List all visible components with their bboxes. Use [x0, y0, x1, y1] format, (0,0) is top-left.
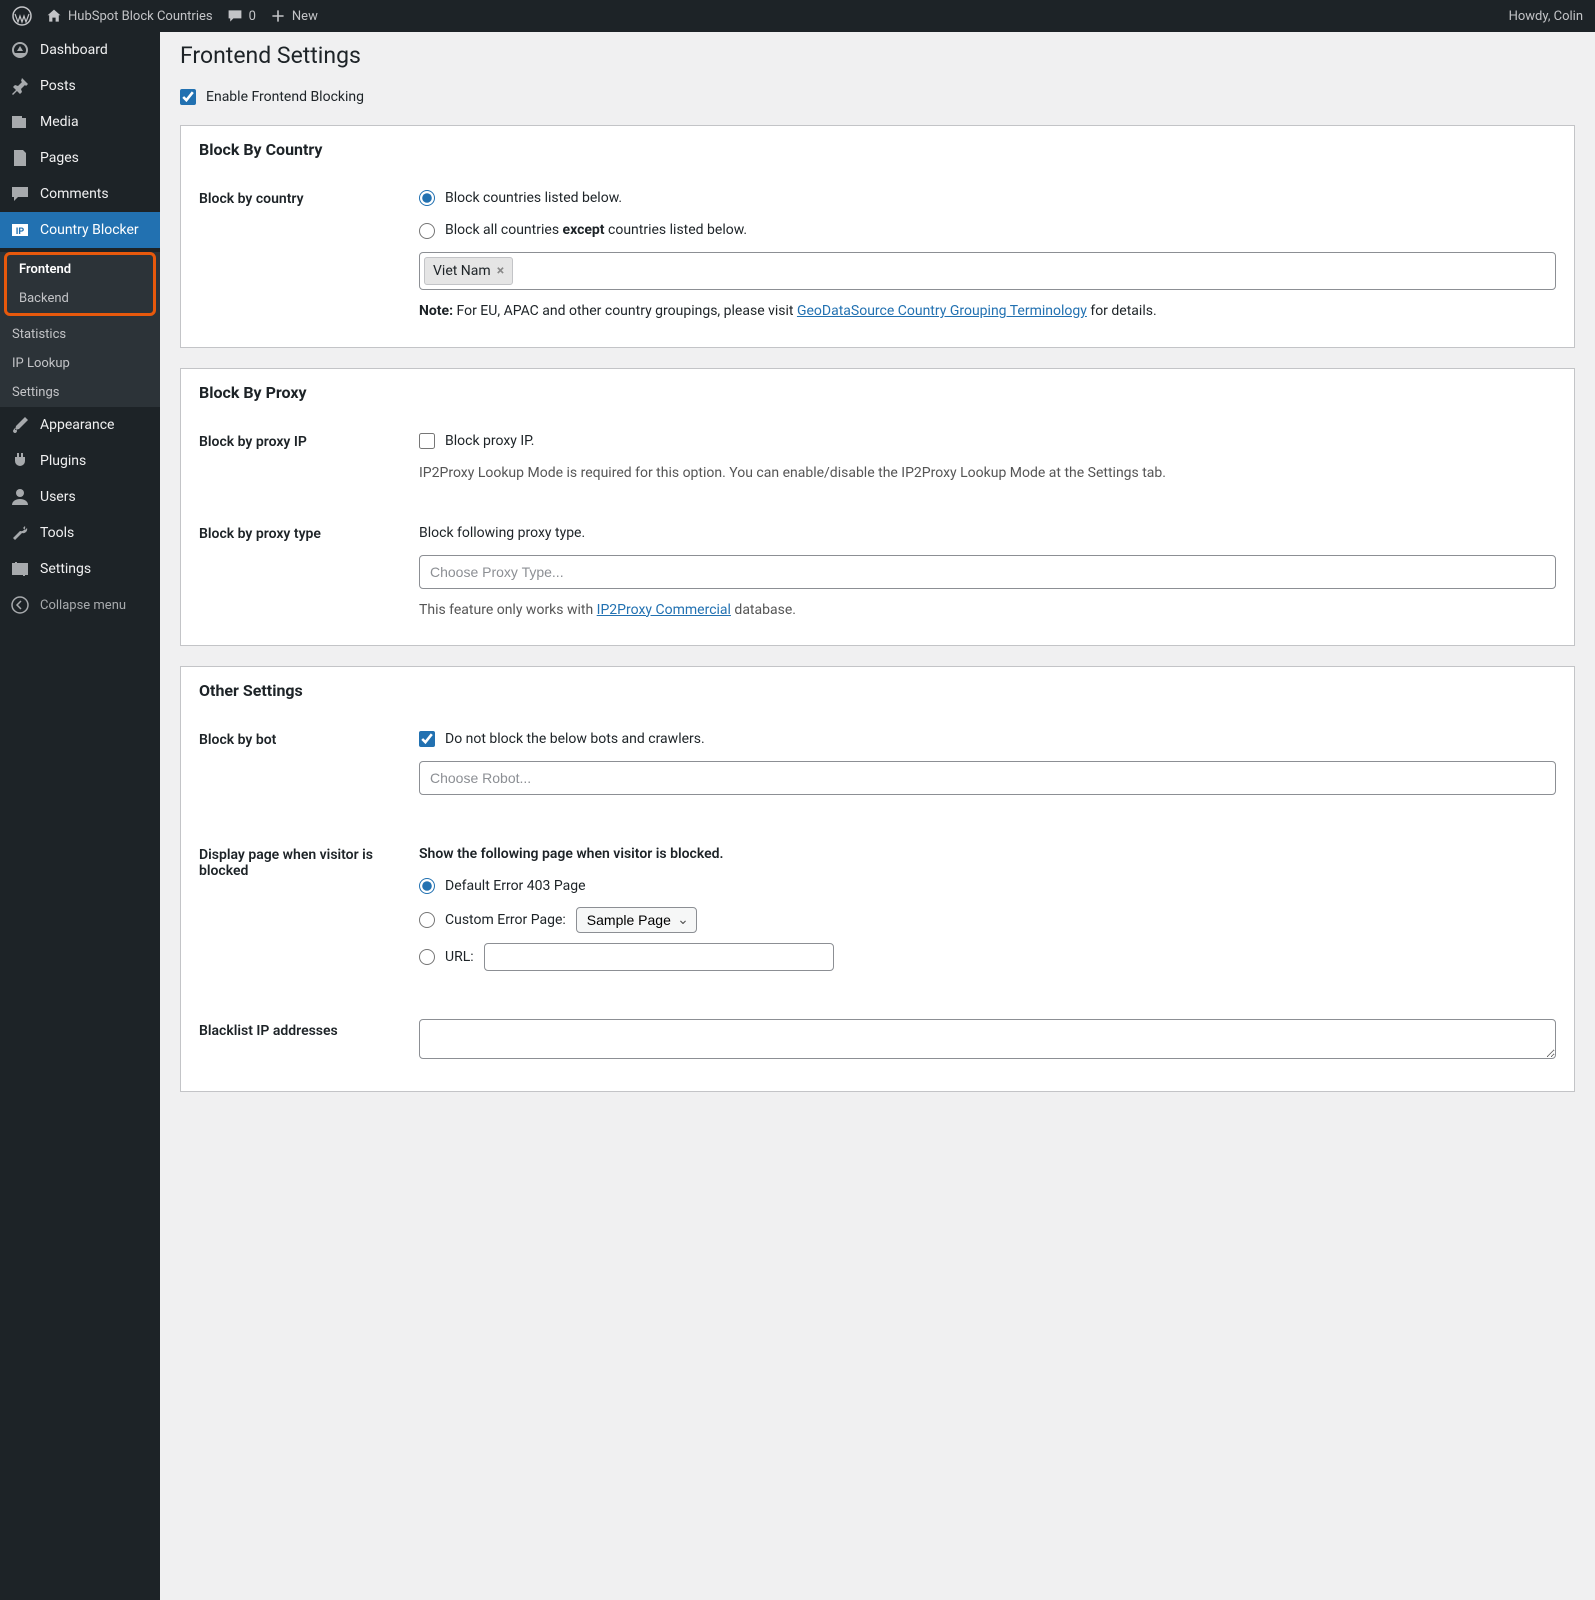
block-bot-text: Do not block the below bots and crawlers…: [445, 728, 705, 750]
custom-page-radio[interactable]: [419, 912, 435, 928]
url-input[interactable]: [484, 943, 834, 971]
country-note: Note: For EU, APAC and other country gro…: [419, 300, 1556, 322]
proxy-type-help: This feature only works with IP2Proxy Co…: [419, 599, 1556, 621]
block-proxy-heading: Block By Proxy: [181, 369, 1574, 416]
plug-icon: [10, 451, 30, 471]
svg-text:IP: IP: [16, 227, 25, 237]
sidebar-item-tools[interactable]: Tools: [0, 515, 160, 551]
page-title: Frontend Settings: [180, 42, 1575, 69]
block-country-label: Block by country: [199, 187, 419, 323]
sidebar-label: Posts: [40, 78, 76, 94]
ip2proxy-link[interactable]: IP2Proxy Commercial: [597, 602, 731, 618]
pages-icon: [10, 148, 30, 168]
sidebar-item-plugins[interactable]: Plugins: [0, 443, 160, 479]
display-page-title: Show the following page when visitor is …: [419, 843, 1556, 865]
custom-page-select[interactable]: Sample Page: [576, 907, 697, 933]
sidebar-label: Country Blocker: [40, 222, 139, 238]
block-proxy-type-label: Block by proxy type: [199, 522, 419, 621]
block-proxy-ip-checkbox[interactable]: [419, 433, 435, 449]
block-except-radio[interactable]: [419, 223, 435, 239]
new-label: New: [292, 9, 318, 24]
user-icon: [10, 487, 30, 507]
sidebar-label: Users: [40, 489, 76, 505]
country-tag-text: Viet Nam: [433, 260, 491, 282]
ip-icon: IP: [10, 220, 30, 240]
blacklist-textarea[interactable]: [419, 1019, 1556, 1059]
sidebar-item-media[interactable]: Media: [0, 104, 160, 140]
country-tag-input[interactable]: Viet Nam ×: [419, 252, 1556, 290]
url-radio[interactable]: [419, 949, 435, 965]
url-label: URL:: [445, 946, 474, 968]
howdy-link[interactable]: Howdy, Colin: [1509, 9, 1583, 24]
submenu-frontend[interactable]: Frontend: [7, 255, 153, 284]
comment-icon: [227, 8, 243, 24]
display-page-label: Display page when visitor is blocked: [199, 843, 419, 982]
other-settings-heading: Other Settings: [181, 667, 1574, 714]
new-link[interactable]: New: [270, 8, 318, 24]
block-proxy-ip-label: Block by proxy IP: [199, 430, 419, 485]
remove-tag-icon[interactable]: ×: [497, 260, 504, 282]
sidebar-item-appearance[interactable]: Appearance: [0, 407, 160, 443]
highlight-annotation: Frontend Backend: [4, 252, 156, 316]
sidebar-item-dashboard[interactable]: Dashboard: [0, 32, 160, 68]
pin-icon: [10, 76, 30, 96]
sidebar-label: Appearance: [40, 417, 114, 433]
robot-input[interactable]: [419, 761, 1556, 795]
submenu-iplookup[interactable]: IP Lookup: [0, 349, 160, 378]
block-except-label: Block all countries except countries lis…: [445, 219, 747, 241]
comments-link[interactable]: 0: [227, 8, 256, 24]
sidebar-item-users[interactable]: Users: [0, 479, 160, 515]
dashboard-icon: [10, 40, 30, 60]
home-icon: [46, 8, 62, 24]
sidebar-item-posts[interactable]: Posts: [0, 68, 160, 104]
comment-count: 0: [249, 9, 256, 24]
sidebar-label: Settings: [40, 561, 91, 577]
sidebar-item-settings[interactable]: Settings: [0, 551, 160, 587]
howdy-text: Howdy, Colin: [1509, 9, 1583, 24]
enable-frontend-label: Enable Frontend Blocking: [206, 89, 364, 105]
brush-icon: [10, 415, 30, 435]
site-link[interactable]: HubSpot Block Countries: [46, 8, 213, 24]
default-403-radio[interactable]: [419, 878, 435, 894]
default-403-label: Default Error 403 Page: [445, 875, 586, 897]
sidebar-label: Tools: [40, 525, 74, 541]
plus-icon: [270, 8, 286, 24]
submenu-settings[interactable]: Settings: [0, 378, 160, 407]
sidebar-item-pages[interactable]: Pages: [0, 140, 160, 176]
block-proxy-ip-text: Block proxy IP.: [445, 430, 534, 452]
block-listed-radio[interactable]: [419, 190, 435, 206]
media-icon: [10, 112, 30, 132]
collapse-menu[interactable]: Collapse menu: [0, 587, 160, 623]
sidebar-item-country-blocker[interactable]: IP Country Blocker: [0, 212, 160, 248]
comments-icon: [10, 184, 30, 204]
country-tag: Viet Nam ×: [424, 257, 513, 285]
wrench-icon: [10, 523, 30, 543]
block-listed-label: Block countries listed below.: [445, 187, 622, 209]
sidebar-label: Plugins: [40, 453, 86, 469]
proxy-type-input[interactable]: [419, 555, 1556, 589]
proxy-ip-help: IP2Proxy Lookup Mode is required for thi…: [419, 462, 1556, 484]
block-country-heading: Block By Country: [181, 126, 1574, 173]
site-title: HubSpot Block Countries: [68, 9, 213, 24]
wp-logo[interactable]: [12, 6, 32, 26]
enable-frontend-checkbox[interactable]: [180, 89, 196, 105]
blacklist-label: Blacklist IP addresses: [199, 1019, 419, 1066]
block-bot-checkbox[interactable]: [419, 731, 435, 747]
sidebar-item-comments[interactable]: Comments: [0, 176, 160, 212]
sidebar-label: Comments: [40, 186, 109, 202]
sidebar-label: Pages: [40, 150, 79, 166]
geodata-link[interactable]: GeoDataSource Country Grouping Terminolo…: [797, 303, 1087, 319]
submenu-statistics[interactable]: Statistics: [0, 320, 160, 349]
proxy-type-title: Block following proxy type.: [419, 522, 1556, 544]
submenu-backend[interactable]: Backend: [7, 284, 153, 313]
sidebar-label: Media: [40, 114, 79, 130]
sidebar-label: Dashboard: [40, 42, 108, 58]
collapse-icon: [10, 595, 30, 615]
sliders-icon: [10, 559, 30, 579]
collapse-label: Collapse menu: [40, 598, 126, 613]
block-bot-label: Block by bot: [199, 728, 419, 804]
custom-page-label: Custom Error Page:: [445, 909, 566, 931]
